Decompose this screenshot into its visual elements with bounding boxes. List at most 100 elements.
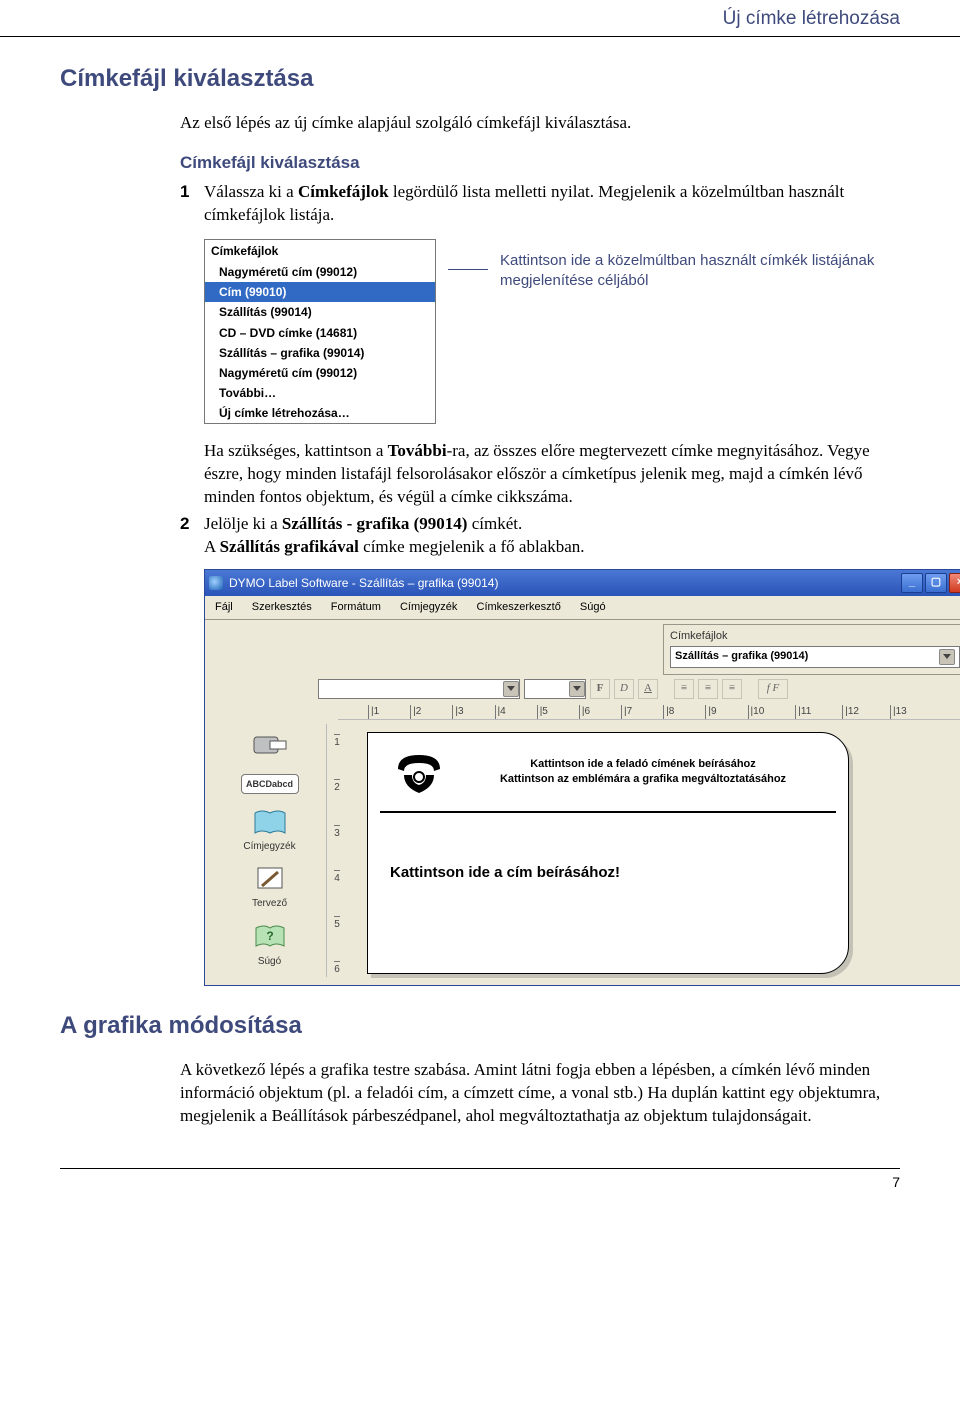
section1-title: Címkefájl kiválasztása bbox=[60, 63, 900, 95]
align-center-button[interactable]: ≡ bbox=[698, 679, 718, 699]
sidebar-label: Címjegyzék bbox=[243, 841, 295, 852]
app-main-row: ABCDabcd Címjegyzék bbox=[205, 724, 960, 985]
section2-para: A következő lépés a grafika testre szabá… bbox=[180, 1059, 900, 1128]
maximize-button[interactable]: ▢ bbox=[925, 573, 947, 593]
chevron-down-icon[interactable] bbox=[503, 681, 519, 697]
chevron-down-icon[interactable] bbox=[939, 649, 955, 665]
underline-button[interactable]: A bbox=[638, 679, 658, 699]
phone-icon[interactable] bbox=[392, 747, 446, 801]
ruler-tick: |2 bbox=[410, 705, 421, 719]
svg-text:?: ? bbox=[266, 929, 273, 943]
align-left-button[interactable]: ≡ bbox=[674, 679, 694, 699]
ruler-tick: |4 bbox=[495, 705, 506, 719]
labelfiles-row: Címkefájlok Szállítás – grafika (99014) bbox=[205, 620, 960, 675]
font-size-combo[interactable] bbox=[524, 679, 586, 699]
step-number: 2 bbox=[180, 513, 204, 559]
sidebar-item-help[interactable]: ? Súgó bbox=[217, 921, 322, 969]
help-icon: ? bbox=[250, 921, 290, 953]
section1-subhead: Címkefájl kiválasztása bbox=[180, 152, 900, 175]
font-dialog-button[interactable]: f F bbox=[758, 679, 788, 699]
paraA-t1: Ha szükséges, kattintson a bbox=[204, 441, 388, 460]
ruler-tick: |6 bbox=[579, 705, 590, 719]
label-address-placeholder[interactable]: Kattintson ide a cím beírásához! bbox=[390, 863, 620, 883]
labelfiles-dropdown[interactable]: Szállítás – grafika (99014) bbox=[670, 646, 960, 668]
window-title: DYMO Label Software - Szállítás – grafik… bbox=[229, 575, 498, 591]
dropdown-item[interactable]: Szállítás – grafika (99014) bbox=[205, 343, 435, 363]
dropdown-item[interactable]: Szállítás (99014) bbox=[205, 302, 435, 322]
ruler-tick: |12 bbox=[842, 705, 859, 719]
menu-file[interactable]: Fájl bbox=[207, 598, 241, 617]
ruler-tick: |11 bbox=[795, 705, 811, 719]
minimize-button[interactable]: _ bbox=[901, 573, 923, 593]
page: Új címke létrehozása Címkefájl kiválaszt… bbox=[0, 0, 960, 1212]
paraA-b1: További bbox=[388, 441, 447, 460]
label-top-hints: Kattintson ide a feladó címének beírásáh… bbox=[468, 757, 818, 787]
vruler-tick: 2 bbox=[334, 779, 340, 795]
font-family-combo[interactable] bbox=[318, 679, 520, 699]
label-hint-graphic[interactable]: Kattintson az emblémára a grafika megvál… bbox=[468, 772, 818, 787]
menu-format[interactable]: Formátum bbox=[323, 598, 389, 617]
window-controls: _ ▢ × bbox=[901, 573, 960, 593]
ruler-tick: |10 bbox=[748, 705, 765, 719]
vruler-tick: 1 bbox=[334, 734, 340, 750]
step1-bold: Címkefájlok bbox=[298, 182, 389, 201]
close-button[interactable]: × bbox=[949, 573, 960, 593]
section2-body: A következő lépés a grafika testre szabá… bbox=[180, 1059, 900, 1128]
dropdown-item[interactable]: Nagyméretű cím (99012) bbox=[205, 262, 435, 282]
dropdown-item-selected[interactable]: Cím (99010) bbox=[205, 282, 435, 302]
book-icon bbox=[250, 806, 290, 838]
dropdown-item[interactable]: Új címke létrehozása… bbox=[205, 403, 435, 423]
section1-body: Az első lépés az új címke alapjául szolg… bbox=[180, 112, 900, 986]
dropdown-item[interactable]: CD – DVD címke (14681) bbox=[205, 323, 435, 343]
vruler-tick: 6 bbox=[334, 961, 340, 977]
format-toolbar: F D A ≡ ≡ ≡ f F bbox=[318, 679, 960, 699]
label-canvas: Kattintson ide a feladó címének beírásáh… bbox=[347, 724, 960, 977]
menu-addressbook[interactable]: Címjegyzék bbox=[392, 598, 465, 617]
section1-intro: Az első lépés az új címke alapjául szolg… bbox=[180, 112, 900, 135]
sidebar-item-addressbook[interactable]: Címjegyzék bbox=[217, 806, 322, 854]
ruler-tick: |9 bbox=[705, 705, 716, 719]
horizontal-ruler-row: |1 |2 |3 |4 |5 |6 |7 |8 |9 |10 |11 |12 |… bbox=[205, 703, 960, 724]
ruler-tick: |7 bbox=[621, 705, 632, 719]
toolbar-row: F D A ≡ ≡ ≡ f F bbox=[205, 675, 960, 703]
dropdown-item[interactable]: Nagyméretű cím (99012) bbox=[205, 363, 435, 383]
step2-t1: Jelölje ki a bbox=[204, 514, 282, 533]
labelfiles-value: Szállítás – grafika (99014) bbox=[675, 649, 808, 664]
document-content: Címkefájl kiválasztása Az első lépés az … bbox=[0, 63, 960, 1128]
menubar: Fájl Szerkesztés Formátum Címjegyzék Cím… bbox=[205, 596, 960, 620]
step2-t3b: Szállítás grafikával bbox=[220, 537, 359, 556]
step2-t3c: címke megjelenik a fő ablakban. bbox=[359, 537, 585, 556]
ruler-tick: |8 bbox=[663, 705, 674, 719]
ruler-tick: |3 bbox=[452, 705, 463, 719]
callout-leader-line bbox=[448, 269, 488, 280]
menu-help[interactable]: Súgó bbox=[572, 598, 614, 617]
label-preview[interactable]: Kattintson ide a feladó címének beírásáh… bbox=[367, 732, 849, 974]
dispenser-icon bbox=[250, 730, 290, 762]
vertical-ruler: 1 2 3 4 5 6 bbox=[327, 724, 347, 977]
step-2: 2 Jelölje ki a Szállítás - grafika (9901… bbox=[180, 513, 900, 559]
label-separator-line bbox=[380, 811, 836, 813]
window-titlebar: DYMO Label Software - Szállítás – grafik… bbox=[205, 570, 960, 596]
para-after-figure: Ha szükséges, kattintson a További-ra, a… bbox=[204, 440, 900, 509]
section2-title: A grafika módosítása bbox=[60, 1010, 900, 1042]
align-right-button[interactable]: ≡ bbox=[722, 679, 742, 699]
bold-button[interactable]: F bbox=[590, 679, 610, 699]
labelfiles-group-title: Címkefájlok bbox=[670, 629, 960, 644]
menu-labeleditor[interactable]: Címkeszerkesztő bbox=[469, 598, 569, 617]
vruler-tick: 3 bbox=[334, 825, 340, 841]
sidebar-item-abc[interactable]: ABCDabcd bbox=[217, 774, 322, 796]
label-hint-sender[interactable]: Kattintson ide a feladó címének beírásáh… bbox=[468, 757, 818, 772]
sidebar-item-designer[interactable]: Tervező bbox=[217, 863, 322, 911]
sidebar-item-dispenser[interactable] bbox=[217, 730, 322, 764]
horizontal-ruler: |1 |2 |3 |4 |5 |6 |7 |8 |9 |10 |11 |12 |… bbox=[338, 703, 960, 720]
vruler-tick: 4 bbox=[334, 870, 340, 886]
italic-button[interactable]: D bbox=[614, 679, 634, 699]
menu-edit[interactable]: Szerkesztés bbox=[244, 598, 320, 617]
chevron-down-icon[interactable] bbox=[569, 681, 585, 697]
vruler-tick: 5 bbox=[334, 916, 340, 932]
step-number: 1 bbox=[180, 181, 204, 227]
dropdown-item[interactable]: További… bbox=[205, 383, 435, 403]
step2-b1: Szállítás - grafika (99014) bbox=[282, 514, 468, 533]
step-1-body: Válassza ki a Címkefájlok legördülő list… bbox=[204, 181, 900, 227]
titlebar-left: DYMO Label Software - Szállítás – grafik… bbox=[209, 575, 498, 591]
